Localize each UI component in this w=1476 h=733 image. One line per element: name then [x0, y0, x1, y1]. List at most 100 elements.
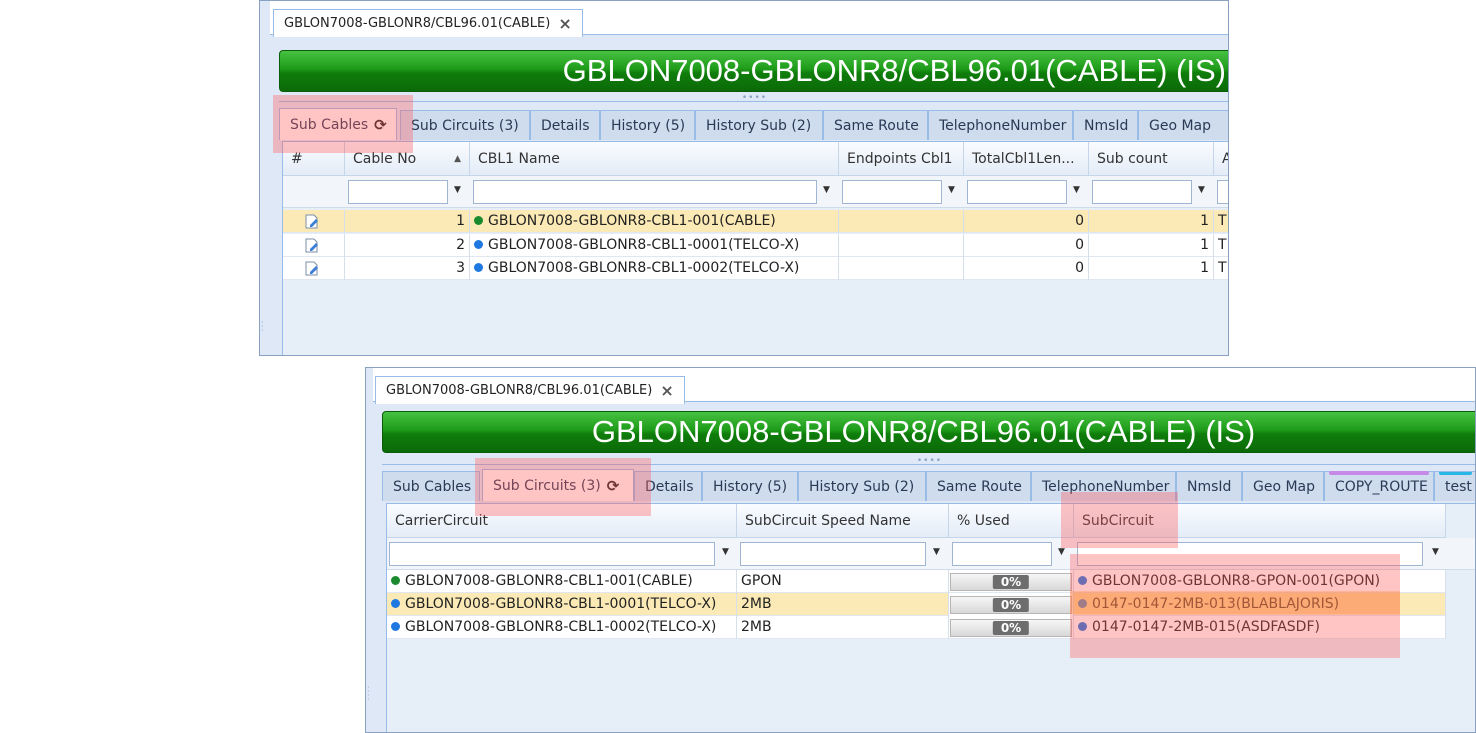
- column-header-a[interactable]: A: [1214, 142, 1228, 176]
- table-row[interactable]: GBLON7008-GBLONR8-CBL1-0001(TELCO-X) 2MB…: [387, 593, 1446, 616]
- filter-icon[interactable]: ▼: [722, 547, 729, 557]
- tab-label: Geo Map: [1149, 117, 1212, 134]
- tab-history[interactable]: History (5): [702, 471, 798, 501]
- splitter[interactable]: ••••: [279, 93, 1228, 102]
- total-len-cell: 0: [964, 210, 1089, 233]
- filter-icon[interactable]: ▼: [1432, 547, 1439, 557]
- panel-sub-circuits: · · · · GBLON7008-GBLONR8/CBL96.01(CABLE) ×…: [365, 367, 1476, 733]
- tab-history-sub[interactable]: History Sub (2): [798, 471, 926, 501]
- tab-label: Sub Cables: [393, 478, 472, 495]
- column-header-speed-name[interactable]: SubCircuit Speed Name: [737, 504, 949, 538]
- column-header-total-len[interactable]: TotalCbl1Len...: [964, 142, 1089, 176]
- header-label: SubCircuit Speed Name: [745, 512, 911, 529]
- filter-icon[interactable]: ▼: [1198, 185, 1205, 195]
- tab-details[interactable]: Details: [634, 471, 702, 501]
- close-icon[interactable]: ×: [558, 14, 571, 33]
- usage-value: 0%: [992, 598, 1030, 612]
- sub-circuits-grid: CarrierCircuit SubCircuit Speed Name % U…: [386, 503, 1475, 732]
- filter-icon[interactable]: ▼: [948, 185, 955, 195]
- filter-icon[interactable]: ▼: [454, 185, 461, 195]
- usage-value: 0%: [992, 575, 1030, 589]
- endpoints-cell: [839, 234, 964, 257]
- filter-icon[interactable]: ▼: [823, 185, 830, 195]
- filter-cbl1-name-input[interactable]: [473, 180, 817, 204]
- tab-copy-route[interactable]: COPY_ROUTE: [1324, 471, 1434, 501]
- edit-row-icon[interactable]: [305, 214, 319, 229]
- table-row[interactable]: GBLON7008-GBLONR8-CBL1-001(CABLE) GPON 0…: [387, 570, 1446, 593]
- document-tab[interactable]: GBLON7008-GBLONR8/CBL96.01(CABLE) ×: [273, 9, 583, 37]
- edit-row-icon[interactable]: [305, 261, 319, 276]
- tab-test[interactable]: test: [1434, 471, 1475, 501]
- cbl1-name: GBLON7008-GBLONR8-CBL1-001(CABLE): [488, 213, 776, 229]
- column-header-endpoints[interactable]: Endpoints Cbl1: [839, 142, 964, 176]
- refresh-icon[interactable]: ⟳: [607, 477, 620, 495]
- column-header-sub-count[interactable]: Sub count: [1089, 142, 1214, 176]
- usage-progress-bar: 0%: [950, 573, 1072, 591]
- splitter[interactable]: ••••: [382, 456, 1475, 465]
- tab-history-sub[interactable]: History Sub (2): [695, 110, 823, 140]
- filter-carrier-circuit-input[interactable]: [389, 542, 715, 566]
- tab-sub-cables[interactable]: Sub Cables: [382, 471, 480, 501]
- filter-endpoints-input[interactable]: [842, 180, 942, 204]
- column-header-index[interactable]: #: [283, 142, 345, 176]
- edit-row-icon[interactable]: [305, 238, 319, 253]
- document-tabbar: GBLON7008-GBLONR8/CBL96.01(CABLE) ×: [270, 1, 1228, 37]
- tab-details[interactable]: Details: [530, 110, 600, 140]
- column-header-cable-no[interactable]: Cable No ▲: [345, 142, 470, 176]
- tab-telephone-number[interactable]: TelephoneNumber: [928, 110, 1073, 140]
- tab-same-route[interactable]: Same Route: [926, 471, 1031, 501]
- filter-sub-circuit-input[interactable]: [1077, 542, 1423, 566]
- status-dot: [391, 576, 400, 585]
- filter-icon[interactable]: ▼: [1058, 547, 1065, 557]
- resize-handle[interactable]: · · ·: [261, 319, 264, 335]
- filter-sub-count-input[interactable]: [1092, 180, 1192, 204]
- filter-a-input[interactable]: [1217, 180, 1228, 204]
- tab-accent: [1329, 471, 1429, 475]
- total-len-cell: 0: [964, 257, 1089, 280]
- tab-sub-circuits[interactable]: Sub Circuits (3): [400, 110, 530, 140]
- usage-value: 0%: [992, 621, 1030, 635]
- sub-circuit-cell[interactable]: 0147-0147-2MB-013(BLABLAJORIS): [1074, 593, 1446, 616]
- total-len-cell: 0: [964, 234, 1089, 257]
- tab-telephone-number[interactable]: TelephoneNumber: [1031, 471, 1176, 501]
- filter-total-len-input[interactable]: [967, 180, 1067, 204]
- document-tab[interactable]: GBLON7008-GBLONR8/CBL96.01(CABLE) ×: [375, 376, 685, 404]
- filter-speed-name-input[interactable]: [740, 542, 926, 566]
- refresh-icon[interactable]: ⟳: [374, 116, 387, 134]
- column-header-percent-used[interactable]: % Used: [949, 504, 1074, 538]
- tab-nms-id[interactable]: NmsId: [1073, 110, 1138, 140]
- tab-nms-id[interactable]: NmsId: [1176, 471, 1242, 501]
- filter-icon[interactable]: ▼: [933, 547, 940, 557]
- sub-count-cell: 1: [1089, 234, 1214, 257]
- carrier-circuit-cell: GBLON7008-GBLONR8-CBL1-0002(TELCO-X): [387, 616, 737, 639]
- table-row[interactable]: 2 GBLON7008-GBLONR8-CBL1-0001(TELCO-X) 0…: [283, 234, 1228, 257]
- resize-handle[interactable]: · · · ·: [367, 684, 370, 704]
- sub-count-cell: 1: [1089, 257, 1214, 280]
- filter-percent-used-input[interactable]: [952, 542, 1052, 566]
- column-header-sub-circuit[interactable]: SubCircuit: [1074, 504, 1446, 538]
- tab-label: test: [1445, 478, 1472, 495]
- cbl1-name: GBLON7008-GBLONR8-CBL1-0002(TELCO-X): [488, 260, 800, 276]
- object-title-bar: GBLON7008-GBLONR8/CBL96.01(CABLE) (IS): [279, 50, 1228, 92]
- column-header-carrier-circuit[interactable]: CarrierCircuit: [387, 504, 737, 538]
- filter-cable-no-input[interactable]: [348, 180, 448, 204]
- percent-used-cell: 0%: [949, 616, 1074, 639]
- status-dot: [391, 622, 400, 631]
- tab-same-route[interactable]: Same Route: [823, 110, 928, 140]
- table-row[interactable]: 3 GBLON7008-GBLONR8-CBL1-0002(TELCO-X) 0…: [283, 257, 1228, 280]
- tab-geo-map[interactable]: Geo Map: [1242, 471, 1324, 501]
- sub-circuit: 0147-0147-2MB-015(ASDFASDF): [1092, 619, 1320, 635]
- filter-icon[interactable]: ▼: [1073, 185, 1080, 195]
- tab-history[interactable]: History (5): [600, 110, 695, 140]
- tab-label: Details: [645, 478, 694, 495]
- table-row[interactable]: 1 GBLON7008-GBLONR8-CBL1-001(CABLE) 0 1 …: [283, 210, 1228, 233]
- sub-circuit-cell[interactable]: GBLON7008-GBLONR8-GPON-001(GPON): [1074, 570, 1446, 593]
- tab-sub-cables[interactable]: Sub Cables ⟳: [279, 108, 397, 140]
- tab-geo-map[interactable]: Geo Map: [1138, 110, 1228, 140]
- object-title: GBLON7008-GBLONR8/CBL96.01(CABLE) (IS): [591, 414, 1256, 449]
- tab-sub-circuits[interactable]: Sub Circuits (3) ⟳: [482, 469, 634, 501]
- column-header-cbl1-name[interactable]: CBL1 Name: [470, 142, 839, 176]
- close-icon[interactable]: ×: [660, 381, 673, 400]
- sub-circuit-cell[interactable]: 0147-0147-2MB-015(ASDFASDF): [1074, 616, 1446, 639]
- table-row[interactable]: GBLON7008-GBLONR8-CBL1-0002(TELCO-X) 2MB…: [387, 616, 1446, 639]
